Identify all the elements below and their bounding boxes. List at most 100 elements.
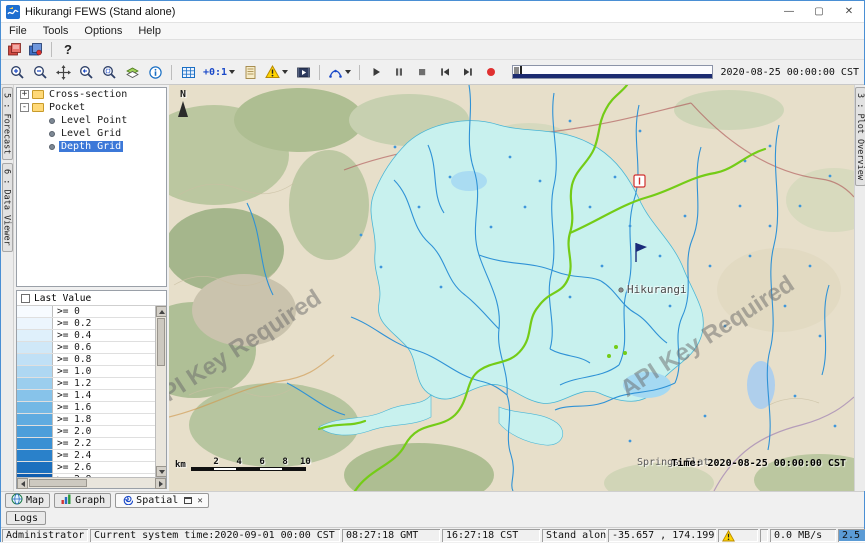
legend-value-label: >= 0.8 [53, 354, 91, 365]
toolbar-separator [171, 65, 172, 80]
tree-expander-icon[interactable]: - [20, 103, 29, 112]
play-button[interactable] [365, 62, 387, 83]
legend-row: >= 1.6 [17, 402, 155, 414]
scrollbar-thumb[interactable] [157, 318, 165, 366]
status-text: Current system time:2020-09-01 00:00 CST [94, 530, 335, 541]
menu-item-options[interactable]: Options [76, 23, 130, 39]
scroll-up-button[interactable] [156, 306, 166, 317]
maximize-button[interactable]: ▢ [804, 1, 834, 22]
node-dot-icon [49, 131, 55, 137]
tree-item-pocket[interactable]: -Pocket [17, 101, 166, 114]
status-spacer [760, 529, 768, 542]
grid-display-button[interactable] [177, 62, 199, 83]
info-icon [148, 65, 163, 80]
zoom-previous-button[interactable] [75, 62, 97, 83]
tree-item-level-grid[interactable]: Level Grid [17, 127, 166, 140]
open-forecast-button[interactable] [5, 41, 23, 59]
node-dot-icon [49, 144, 55, 150]
graph-icon-holder [60, 493, 72, 508]
right-tab-strip: 3 : Plot Overview [854, 85, 865, 491]
pan-button[interactable] [52, 62, 74, 83]
zoom-out-button[interactable] [29, 62, 51, 83]
stop-button[interactable] [411, 62, 433, 83]
layers-button[interactable] [121, 62, 143, 83]
open-database-button[interactable] [26, 41, 44, 59]
close-button[interactable]: ✕ [834, 1, 864, 22]
zoom-extent-button[interactable] [98, 62, 120, 83]
toolbar-separator [359, 65, 360, 80]
info-button[interactable] [144, 62, 166, 83]
legend-value-label: >= 2.0 [53, 426, 91, 437]
tree-item-depth-grid[interactable]: Depth Grid [17, 140, 166, 153]
side-tab-5-forecast[interactable]: 5 : Forecast [2, 87, 13, 160]
layers-icon [125, 65, 140, 80]
warnings-dropdown[interactable] [262, 62, 291, 83]
menu-item-help[interactable]: Help [130, 23, 169, 39]
side-tab-6-data-viewer[interactable]: 6 : Data Viewer [2, 163, 13, 252]
menu-item-file[interactable]: File [1, 23, 35, 39]
scrollbar-track[interactable] [156, 367, 166, 466]
last-value-checkbox[interactable] [21, 294, 30, 303]
legend-body: >= 0>= 0.2>= 0.4>= 0.6>= 0.8>= 1.0>= 1.2… [17, 306, 166, 477]
scroll-down-button[interactable] [156, 466, 166, 477]
tab-graph[interactable]: Graph [54, 493, 111, 508]
scroll-right-button[interactable] [155, 478, 166, 489]
pause-icon [392, 65, 406, 79]
time-slider[interactable] [512, 65, 712, 79]
animation-button[interactable] [292, 62, 314, 83]
layer-tree[interactable]: +Cross-section-PocketLevel PointLevel Gr… [16, 87, 167, 287]
scale-tick-label: 8 [265, 457, 288, 467]
tree-item-level-point[interactable]: Level Point [17, 114, 166, 127]
document-icon [243, 65, 258, 80]
legend-color-swatch [17, 318, 53, 329]
legend-row: >= 1.4 [17, 390, 155, 402]
tree-item-label: Level Point [59, 115, 129, 126]
zoom-in-button[interactable] [6, 62, 28, 83]
toolbar-separator [319, 65, 320, 80]
help-button[interactable]: ? [59, 41, 77, 59]
folder-icon [32, 103, 44, 112]
legend-value-label: >= 1.8 [53, 414, 91, 425]
node-dot-icon [49, 118, 55, 124]
go-to-end-button[interactable] [457, 62, 479, 83]
record-button[interactable] [480, 62, 502, 83]
warning-icon [722, 530, 735, 542]
help-icon: ? [64, 42, 72, 57]
north-arrow: N [175, 89, 191, 117]
tree-item-cross-section[interactable]: +Cross-section [17, 88, 166, 101]
side-tab-3-plot-overview[interactable]: 3 : Plot Overview [855, 87, 865, 186]
scroll-left-button[interactable] [17, 478, 28, 489]
tab-close-icon[interactable]: ✕ [197, 496, 202, 506]
status-text: 2.5 GB [842, 530, 865, 541]
minimize-button[interactable]: — [774, 1, 804, 22]
interval-dropdown[interactable]: +0:1 [200, 62, 238, 83]
tab-label: Spatial [136, 495, 178, 506]
legend-row: >= 0 [17, 306, 155, 318]
go-to-start-button[interactable] [434, 62, 456, 83]
legend-row: >= 0.6 [17, 342, 155, 354]
pause-button[interactable] [388, 62, 410, 83]
scrollbar-thumb[interactable] [29, 479, 87, 487]
legend-color-swatch [17, 342, 53, 353]
tree-expander-icon[interactable]: + [20, 90, 29, 99]
logs-button[interactable]: Logs [6, 511, 46, 525]
map-time-label: Time: 2020-08-25 00:00:00 CST [671, 458, 846, 469]
undock-icon[interactable] [184, 497, 192, 504]
arrow-left-icon [21, 481, 25, 487]
map-view[interactable]: API Key Required API Key Required Hikura… [169, 85, 854, 491]
timeseries-document-button[interactable] [239, 62, 261, 83]
profile-dropdown[interactable] [325, 62, 354, 83]
legend-vertical-scrollbar[interactable] [155, 306, 166, 477]
tab-spatial[interactable]: Spatial ✕ [115, 493, 209, 508]
chevron-down-icon [345, 70, 351, 74]
spatial-side-panel: +Cross-section-PocketLevel PointLevel Gr… [14, 85, 169, 491]
legend-row: >= 2.4 [17, 450, 155, 462]
movie-icon [296, 65, 311, 80]
grid-icon [181, 65, 196, 80]
time-slider-thumb[interactable] [514, 67, 519, 74]
legend-horizontal-scrollbar[interactable] [17, 477, 166, 488]
scrollbar-track[interactable] [88, 478, 155, 488]
tab-map[interactable]: Map [5, 493, 50, 508]
logs-row: Logs [1, 509, 864, 527]
menu-item-tools[interactable]: Tools [35, 23, 77, 39]
